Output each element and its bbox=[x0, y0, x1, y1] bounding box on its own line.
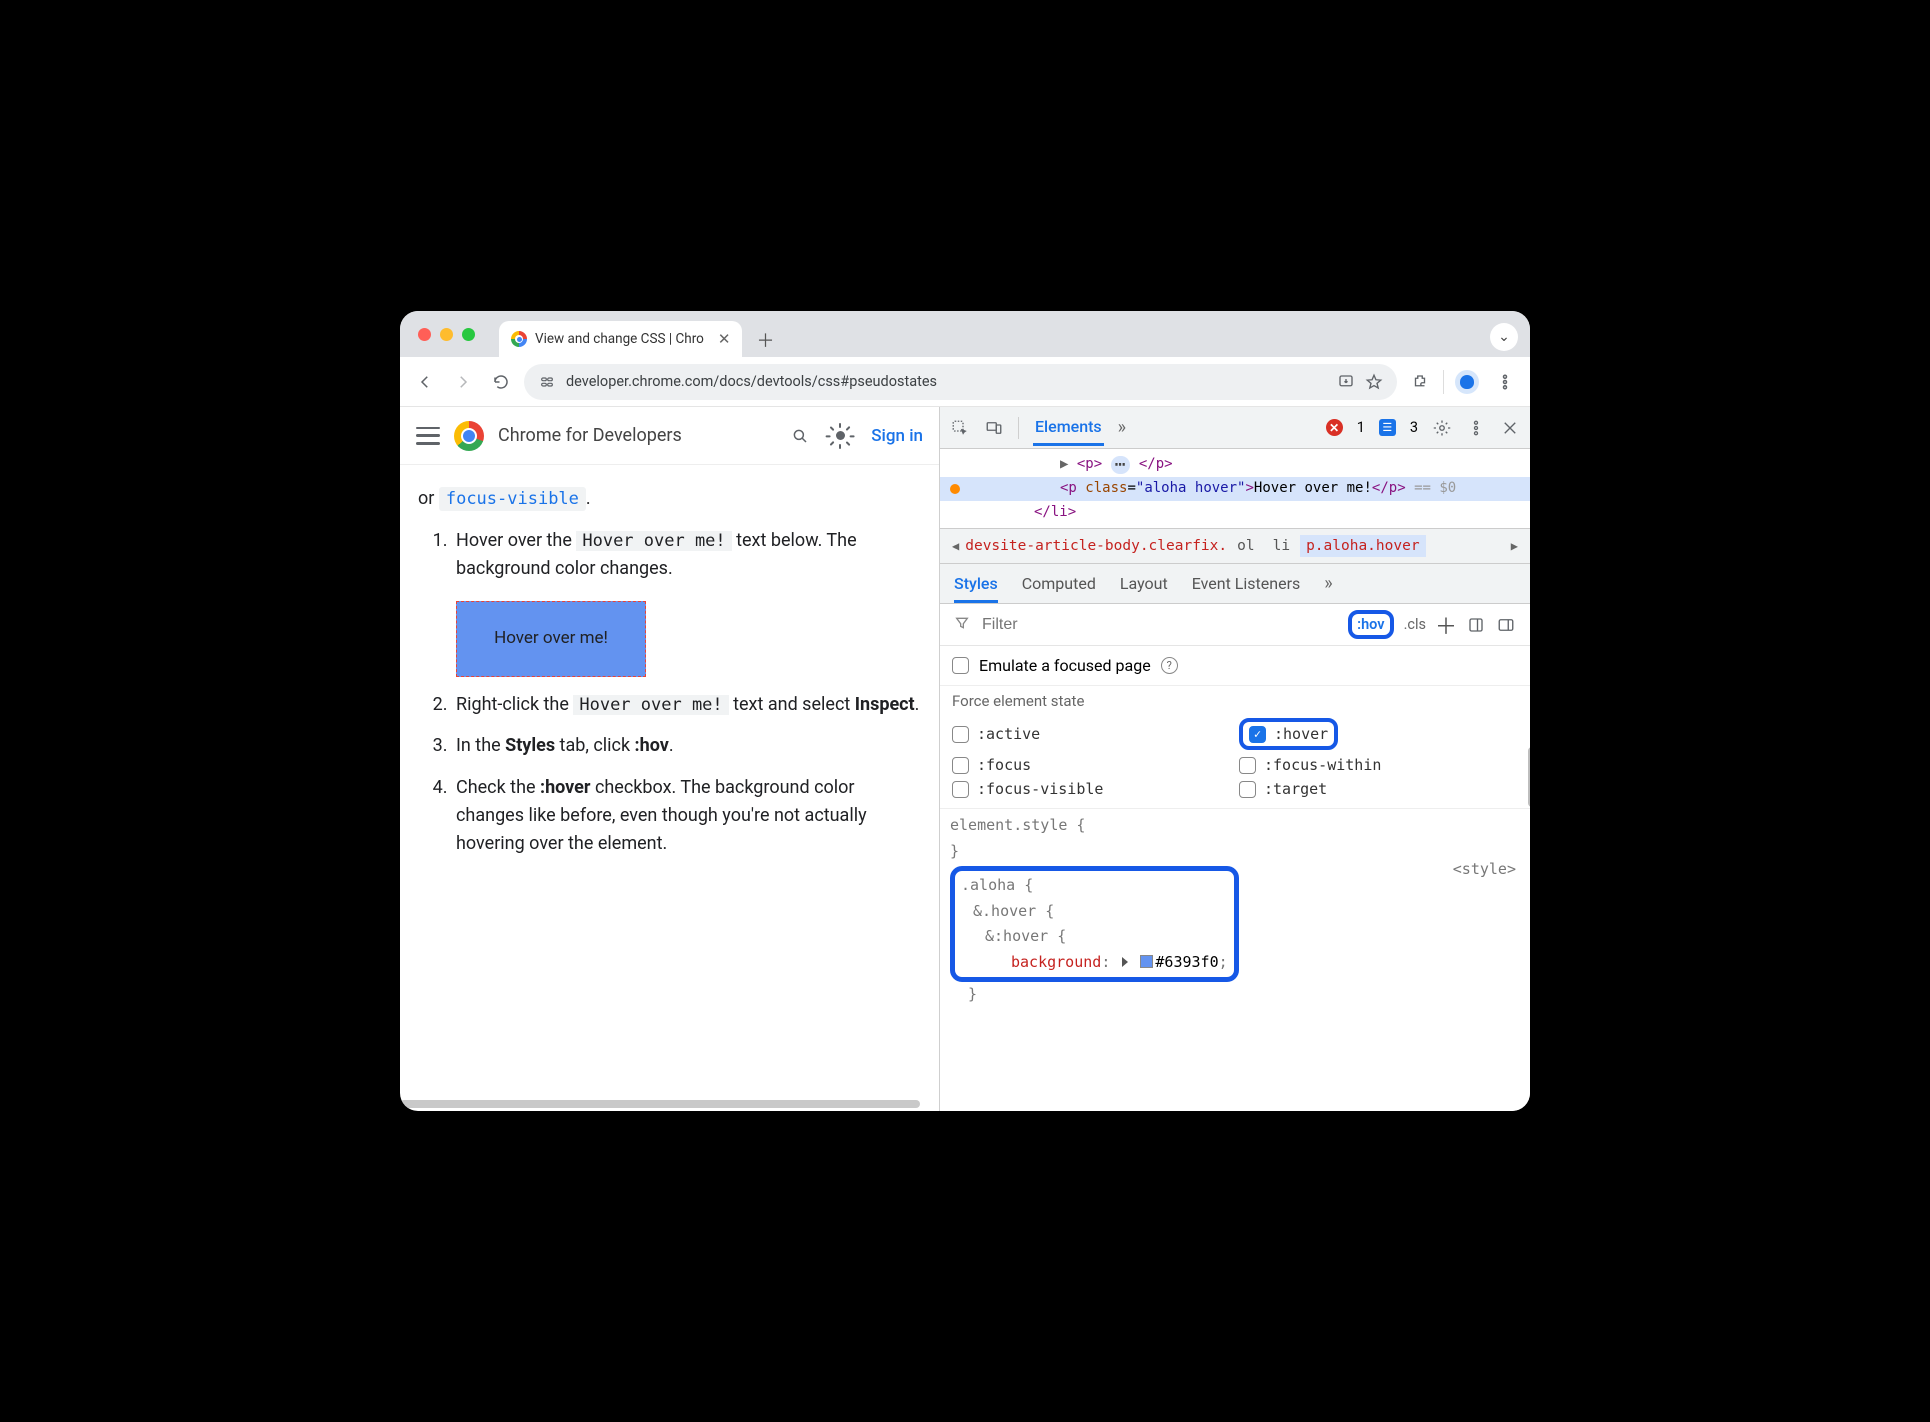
color-swatch-icon[interactable] bbox=[1140, 955, 1153, 968]
minimize-window-button[interactable] bbox=[440, 328, 453, 341]
hover-checkbox[interactable]: ✓ bbox=[1249, 726, 1266, 743]
more-panes-icon[interactable]: » bbox=[1324, 573, 1332, 594]
help-icon[interactable]: ? bbox=[1161, 657, 1178, 674]
theme-toggle-icon[interactable] bbox=[829, 425, 851, 447]
close-window-button[interactable] bbox=[418, 328, 431, 341]
css-rules[interactable]: element.style { } <style> .aloha { &.hov… bbox=[940, 809, 1530, 1012]
browser-window: View and change CSS | Chro ✕ ＋ ⌄ develop… bbox=[400, 311, 1530, 1111]
toggle-sidebar-icon[interactable] bbox=[1496, 615, 1516, 635]
hov-toggle[interactable]: :hov bbox=[1357, 616, 1384, 633]
intro-text: or bbox=[418, 488, 439, 509]
modified-marker-icon bbox=[950, 484, 960, 494]
hamburger-menu-icon[interactable] bbox=[416, 427, 440, 445]
error-count: 1 bbox=[1357, 419, 1365, 436]
force-element-state: Force element state :active ✓:hover :foc… bbox=[940, 686, 1530, 809]
install-icon[interactable] bbox=[1337, 373, 1355, 391]
web-page: Chrome for Developers Sign in ‾‾‾‾‾ ‾‾‾‾… bbox=[400, 407, 940, 1111]
list-item: Right-click the Hover over me! text and … bbox=[452, 691, 921, 719]
window-controls bbox=[400, 311, 493, 357]
sign-in-link[interactable]: Sign in bbox=[871, 426, 923, 446]
matched-rule-highlight: .aloha { &.hover { &:hover { background:… bbox=[950, 866, 1239, 982]
maximize-window-button[interactable] bbox=[462, 328, 475, 341]
extensions-icon[interactable] bbox=[1405, 367, 1435, 397]
browser-tab[interactable]: View and change CSS | Chro ✕ bbox=[499, 321, 742, 357]
browser-menu-icon[interactable] bbox=[1490, 367, 1520, 397]
content-area: Chrome for Developers Sign in ‾‾‾‾‾ ‾‾‾‾… bbox=[400, 407, 1530, 1111]
forward-button[interactable] bbox=[448, 367, 478, 397]
steps-list: Hover over the Hover over me! text below… bbox=[418, 527, 921, 858]
focus-checkbox[interactable] bbox=[952, 757, 969, 774]
dom-tree[interactable]: ▶ <p> ⋯ </p> <p class="aloha hover">Hove… bbox=[940, 449, 1530, 528]
site-title[interactable]: Chrome for Developers bbox=[498, 425, 682, 446]
hover-demo-box[interactable]: Hover over me! bbox=[456, 601, 646, 677]
list-item: Check the :hover checkbox. The backgroun… bbox=[452, 774, 921, 858]
selected-dom-node[interactable]: <p class="aloha hover">Hover over me!</p… bbox=[940, 477, 1530, 501]
breadcrumb-right-icon[interactable]: ▶ bbox=[1507, 539, 1522, 553]
active-checkbox[interactable] bbox=[952, 726, 969, 743]
list-item: In the Styles tab, click :hov. bbox=[452, 732, 921, 760]
close-devtools-icon[interactable] bbox=[1500, 418, 1520, 438]
chrome-favicon-icon bbox=[511, 331, 527, 347]
url-text: developer.chrome.com/docs/devtools/css#p… bbox=[566, 373, 937, 390]
article-body: ‾‾‾‾‾ ‾‾‾‾‾‾ ‾‾‾‾‾‾ ‾‾‾‾‾ ‾‾‾‾‾‾‾ or foc… bbox=[400, 465, 939, 880]
profile-button[interactable] bbox=[1452, 367, 1482, 397]
cls-toggle[interactable]: .cls bbox=[1404, 616, 1426, 633]
breadcrumb-left-icon[interactable]: ◀ bbox=[948, 539, 963, 553]
back-button[interactable] bbox=[410, 367, 440, 397]
search-icon[interactable] bbox=[785, 421, 815, 451]
breadcrumb-selected[interactable]: p.aloha.hover bbox=[1300, 535, 1426, 557]
stylesheet-source[interactable]: <style> bbox=[1453, 857, 1516, 883]
site-settings-icon[interactable] bbox=[538, 373, 556, 391]
tab-title: View and change CSS | Chro bbox=[535, 331, 704, 347]
tab-list-button[interactable]: ⌄ bbox=[1490, 323, 1518, 351]
devtools-menu-icon[interactable] bbox=[1466, 418, 1486, 438]
issues-count: 3 bbox=[1410, 419, 1418, 436]
focus-visible-checkbox[interactable] bbox=[952, 781, 969, 798]
gear-icon[interactable] bbox=[1432, 418, 1452, 438]
list-item: Hover over the Hover over me! text below… bbox=[452, 527, 921, 677]
chrome-logo-icon bbox=[454, 421, 484, 451]
close-tab-icon[interactable]: ✕ bbox=[718, 330, 731, 348]
emulate-focused-checkbox[interactable] bbox=[952, 657, 969, 674]
error-icon[interactable]: ✕ bbox=[1326, 419, 1343, 436]
filter-input[interactable] bbox=[980, 615, 1338, 635]
inspect-element-icon[interactable] bbox=[950, 418, 970, 438]
tab-styles[interactable]: Styles bbox=[954, 564, 998, 603]
horizontal-scrollbar[interactable] bbox=[400, 1100, 927, 1111]
tab-event-listeners[interactable]: Event Listeners bbox=[1192, 574, 1301, 593]
expand-icon[interactable] bbox=[1122, 957, 1128, 967]
styles-filter-row: :hov .cls ＋ bbox=[940, 604, 1530, 646]
new-tab-button[interactable]: ＋ bbox=[750, 325, 780, 355]
ellipsis-icon[interactable]: ⋯ bbox=[1111, 456, 1131, 474]
more-tabs-icon[interactable]: » bbox=[1118, 417, 1126, 438]
tab-elements[interactable]: Elements bbox=[1033, 409, 1104, 446]
devtools-panel: Elements » ✕ 1 ☰ 3 ▶ <p> ⋯ </p> <p class="… bbox=[940, 407, 1530, 1111]
hov-toggle-highlight: :hov bbox=[1348, 610, 1393, 639]
target-checkbox[interactable] bbox=[1239, 781, 1256, 798]
devtools-toolbar: Elements » ✕ 1 ☰ 3 bbox=[940, 407, 1530, 449]
device-toggle-icon[interactable] bbox=[984, 418, 1004, 438]
site-header: Chrome for Developers Sign in bbox=[400, 407, 939, 465]
hover-checkbox-highlight: ✓:hover bbox=[1239, 718, 1338, 750]
new-style-rule-icon[interactable]: ＋ bbox=[1436, 615, 1456, 635]
focus-within-checkbox[interactable] bbox=[1239, 757, 1256, 774]
emulate-focused-row: Emulate a focused page ? bbox=[940, 646, 1530, 686]
tab-computed[interactable]: Computed bbox=[1022, 574, 1096, 593]
browser-toolbar: developer.chrome.com/docs/devtools/css#p… bbox=[400, 357, 1530, 407]
dom-breadcrumb[interactable]: ◀ devsite-article-body.clearfix. ol li p… bbox=[940, 528, 1530, 564]
bookmark-icon[interactable] bbox=[1365, 373, 1383, 391]
filter-icon bbox=[954, 615, 970, 635]
styles-pane-tabs: Styles Computed Layout Event Listeners » bbox=[940, 564, 1530, 604]
titlebar: View and change CSS | Chro ✕ ＋ ⌄ bbox=[400, 311, 1530, 357]
issues-icon[interactable]: ☰ bbox=[1379, 419, 1396, 436]
reload-button[interactable] bbox=[486, 367, 516, 397]
address-bar[interactable]: developer.chrome.com/docs/devtools/css#p… bbox=[524, 364, 1397, 400]
force-state-title: Force element state bbox=[952, 692, 1518, 710]
code-focus-visible: focus-visible bbox=[439, 487, 586, 511]
computed-styles-icon[interactable] bbox=[1466, 615, 1486, 635]
tab-layout[interactable]: Layout bbox=[1120, 574, 1168, 593]
